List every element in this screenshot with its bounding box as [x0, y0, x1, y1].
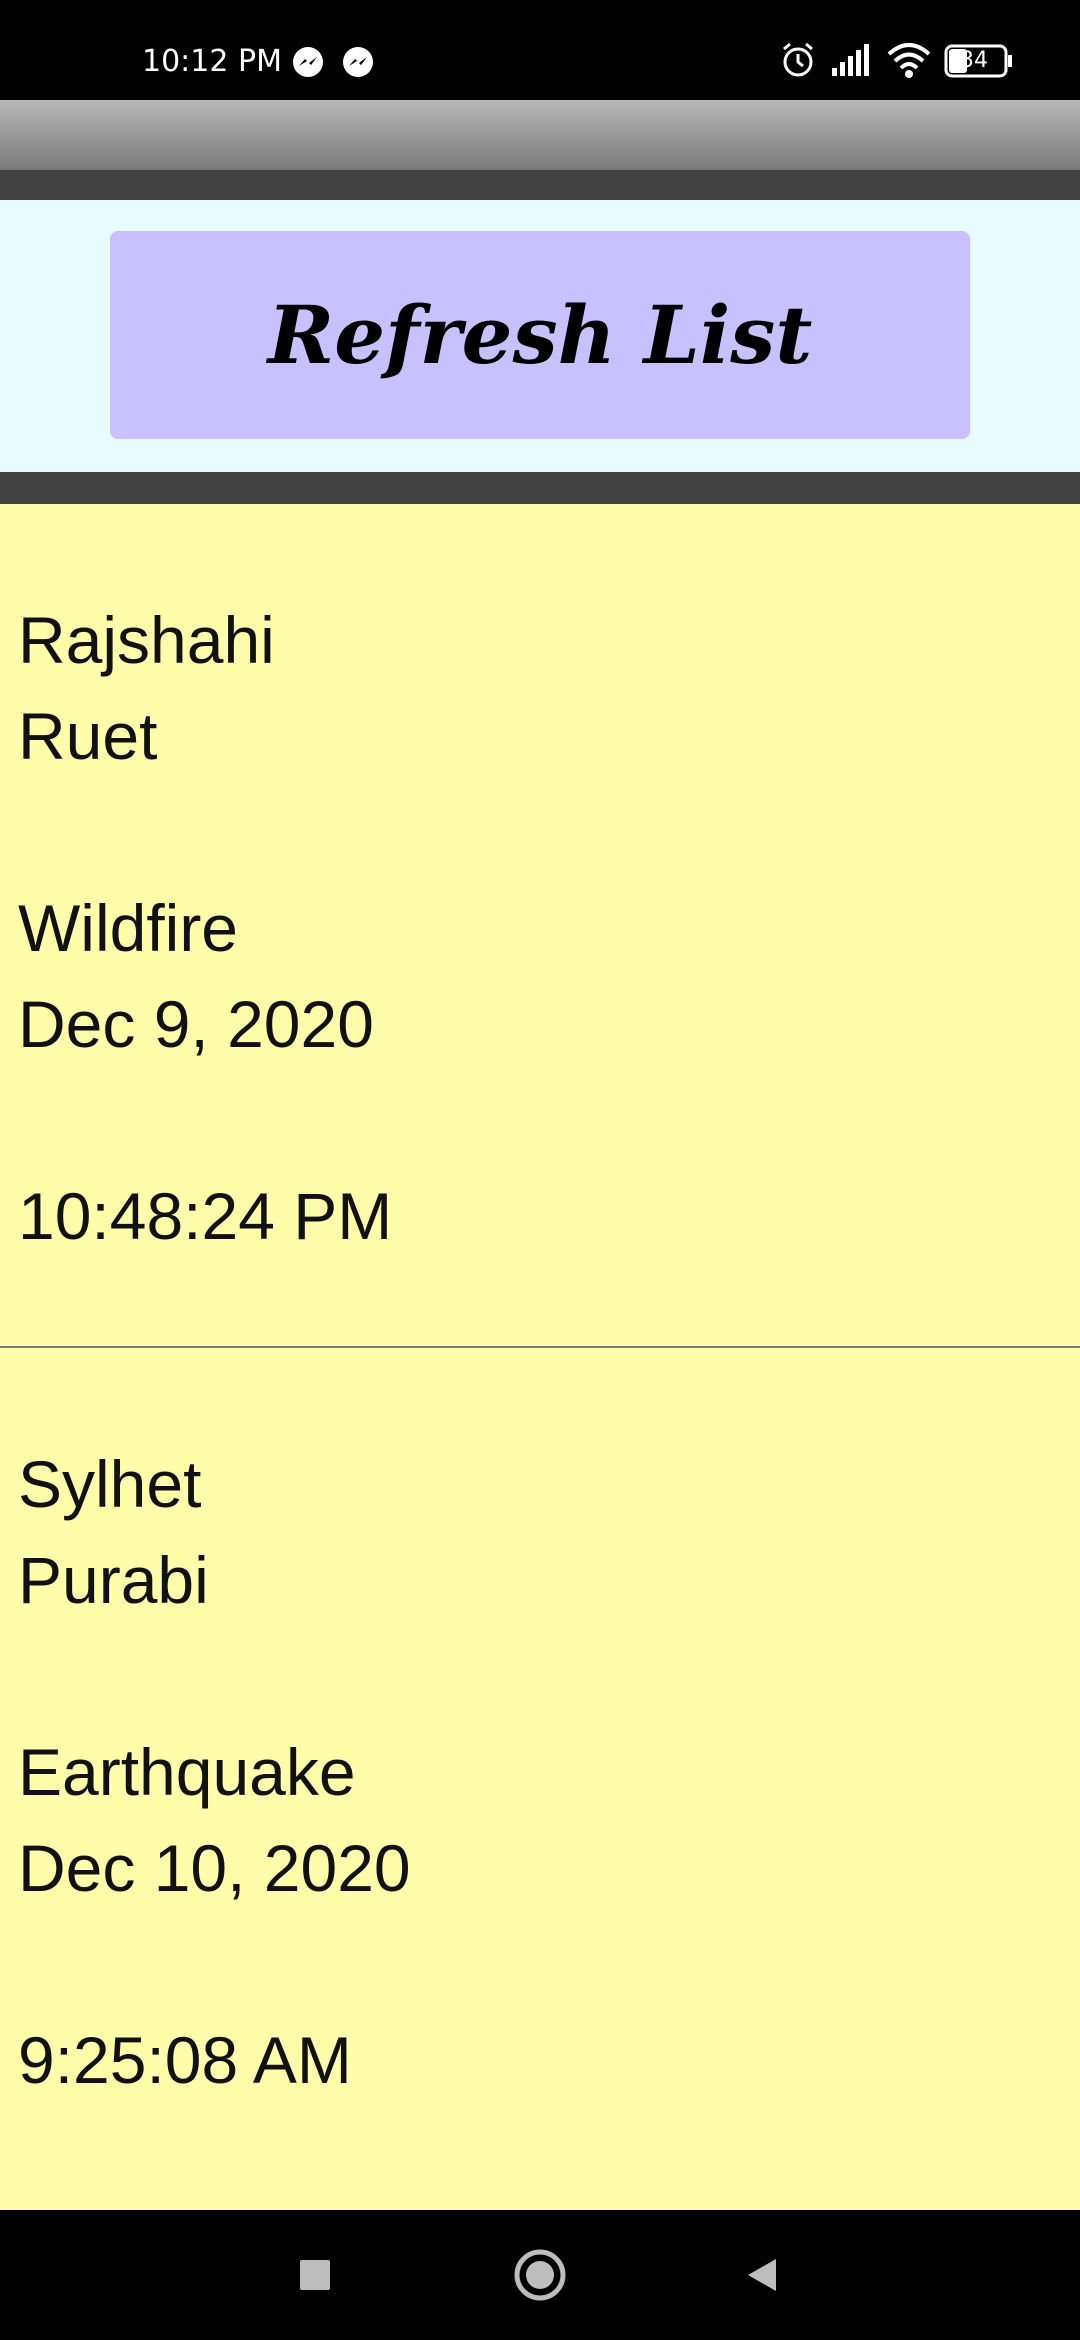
messenger-icon — [292, 46, 324, 78]
item-disaster-type: Wildfire — [18, 891, 239, 965]
report-list[interactable]: Rajshahi Ruet Wildfire Dec 9, 2020 10:48… — [0, 504, 1080, 2210]
item-date: Dec 9, 2020 — [18, 987, 374, 1061]
navigation-bar — [0, 2210, 1080, 2340]
status-bar: 10:12 PM 34 — [0, 0, 1080, 100]
item-location: Ruet — [18, 699, 158, 773]
battery-icon: 34 — [944, 44, 1014, 82]
list-item[interactable]: Sylhet Purabi Earthquake Dec 10, 2020 9:… — [0, 1348, 1080, 2210]
action-bar — [0, 100, 1080, 170]
wifi-icon — [886, 40, 932, 84]
messenger-icon — [342, 46, 374, 78]
signal-icon — [830, 40, 872, 84]
refresh-list-label: Refresh List — [267, 288, 813, 382]
home-circle-icon[interactable] — [500, 2235, 580, 2315]
status-time: 10:12 PM — [142, 44, 282, 79]
item-division: Rajshahi — [18, 603, 275, 677]
bottom-divider — [0, 472, 1080, 504]
header-panel: Refresh List — [0, 200, 1080, 472]
top-divider — [0, 170, 1080, 200]
list-item[interactable]: Rajshahi Ruet Wildfire Dec 9, 2020 10:48… — [0, 504, 1080, 1346]
item-location: Purabi — [18, 1543, 209, 1617]
refresh-list-button[interactable]: Refresh List — [110, 231, 970, 439]
item-disaster-type: Earthquake — [18, 1735, 356, 1809]
alarm-icon — [780, 40, 816, 84]
back-triangle-icon[interactable] — [722, 2235, 802, 2315]
item-division: Sylhet — [18, 1447, 202, 1521]
item-date: Dec 10, 2020 — [18, 1831, 411, 1905]
battery-level: 34 — [960, 48, 988, 73]
item-time: 10:48:24 PM — [18, 1179, 393, 1253]
recents-square-icon[interactable] — [275, 2235, 355, 2315]
item-time: 9:25:08 AM — [18, 2023, 352, 2097]
